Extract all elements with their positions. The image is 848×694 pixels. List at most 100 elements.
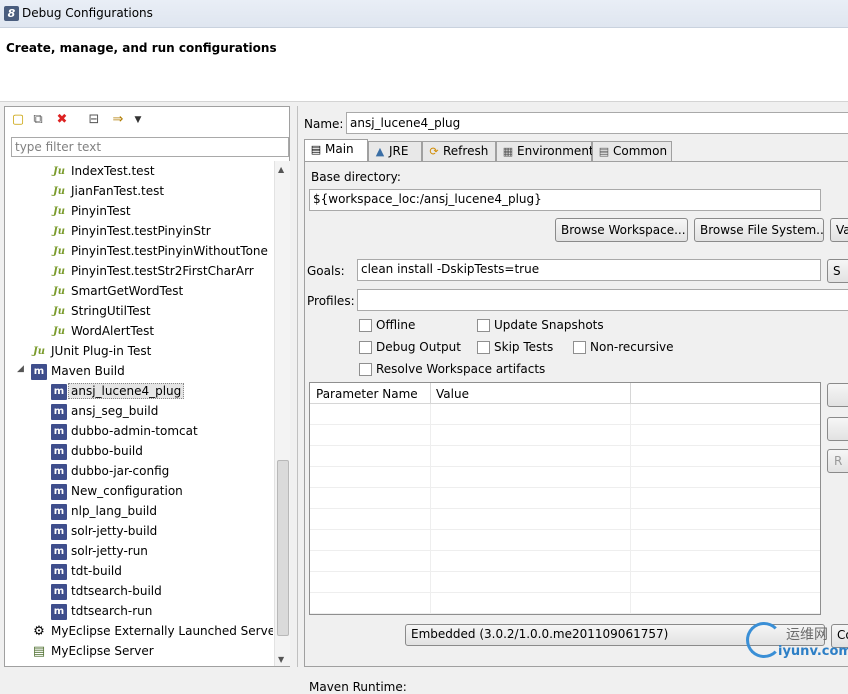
watermark-circle-icon	[746, 622, 782, 658]
tree-item[interactable]: ▤ MyEclipse Server	[5, 641, 273, 661]
column-value[interactable]: Value	[436, 387, 469, 401]
table-row[interactable]	[310, 530, 820, 551]
tree-item[interactable]: m tdt-build	[5, 561, 273, 581]
title-bar: 8 Debug Configurations	[0, 0, 848, 28]
tab-environment[interactable]: ▦ Environment	[496, 141, 594, 161]
environment-icon: ▦	[502, 145, 514, 158]
tree-item-label: StringUtilTest	[71, 304, 151, 318]
tab-common[interactable]: ▤ Common	[592, 141, 672, 161]
tree-item-label: JianFanTest.test	[71, 184, 165, 198]
config-toolbar: ▢ ⧉ ✖ ⊟ ⇒ ▼	[5, 107, 289, 133]
table-row[interactable]	[310, 488, 820, 509]
duplicate-icon[interactable]: ⧉	[29, 111, 47, 129]
tree-item[interactable]: Ju PinyinTest.testStr2FirstCharArr	[5, 261, 273, 281]
watermark-text-domain: iyunv.com	[778, 644, 848, 659]
delete-icon[interactable]: ✖	[53, 111, 71, 129]
table-row[interactable]	[310, 446, 820, 467]
watermark-logo: 运维网 iyunv.com	[742, 620, 848, 667]
tree-item[interactable]: Ju JianFanTest.test	[5, 181, 273, 201]
tab-refresh[interactable]: ⟳ Refresh	[422, 141, 496, 161]
new-config-icon[interactable]: ▢	[9, 111, 27, 129]
profiles-field[interactable]	[357, 289, 848, 311]
configuration-tree: Ju IndexTest.test Ju JianFanTest.test Ju Piny…	[5, 161, 273, 666]
scroll-up-icon[interactable]: ▲	[278, 165, 284, 174]
browse-file-system-button[interactable]: Browse File System...	[694, 218, 824, 242]
table-row[interactable]	[310, 467, 820, 488]
tree-item[interactable]: m dubbo-jar-config	[5, 461, 273, 481]
tree-item[interactable]: ◢ m Maven Build	[5, 361, 273, 381]
variables-button[interactable]: Va	[830, 218, 848, 242]
junit-icon: Ju	[52, 246, 65, 257]
collapse-all-icon[interactable]: ⊟	[85, 111, 103, 129]
tree-item[interactable]: m solr-jetty-run	[5, 541, 273, 561]
maven-icon: m	[51, 484, 67, 500]
tree-item[interactable]: Ju WordAlertTest	[5, 321, 273, 341]
add-parameter-button[interactable]	[827, 383, 848, 407]
tree-item[interactable]: m ansj_lucene4_plug	[5, 381, 273, 401]
tree-item[interactable]: Ju IndexTest.test	[5, 161, 273, 181]
tree-item[interactable]: m solr-jetty-build	[5, 521, 273, 541]
table-row[interactable]	[310, 551, 820, 572]
scrollbar-thumb[interactable]	[277, 460, 289, 636]
tree-item-label: SmartGetWordTest	[71, 284, 184, 298]
table-row[interactable]	[310, 425, 820, 446]
maven-icon: m	[51, 404, 67, 420]
tree-item-label: Maven Build	[51, 364, 125, 378]
tree-item-label: dubbo-jar-config	[71, 464, 170, 478]
tab-jre[interactable]: ▲ JRE	[368, 141, 422, 161]
tree-item[interactable]: m tdtsearch-build	[5, 581, 273, 601]
junit-plugin-icon: Ju	[32, 346, 45, 357]
refresh-icon: ⟳	[429, 145, 439, 158]
dropdown-icon[interactable]: ▼	[129, 111, 147, 129]
goals-select-button[interactable]: S	[827, 259, 848, 283]
edit-parameter-button[interactable]	[827, 417, 848, 441]
common-icon: ▤	[598, 145, 610, 158]
junit-icon: Ju	[52, 306, 65, 317]
tree-item[interactable]: ⚙ MyEclipse Externally Launched Server	[5, 621, 273, 641]
tree-scrollbar[interactable]: ▲ ▼	[274, 161, 290, 666]
tree-item[interactable]: m tdtsearch-run	[5, 601, 273, 621]
junit-icon: Ju	[52, 226, 65, 237]
table-row[interactable]	[310, 404, 820, 425]
expand-collapse-icon[interactable]: ◢	[17, 364, 27, 374]
dialog-subtitle: Create, manage, and run configurations	[6, 41, 277, 55]
table-row[interactable]	[310, 572, 820, 593]
junit-icon: Ju	[52, 206, 65, 217]
filter-input[interactable]	[11, 137, 289, 157]
server-icon: ▤	[32, 644, 46, 659]
tree-item[interactable]: Ju JUnit Plug-in Test	[5, 341, 273, 361]
remove-parameter-button[interactable]: R	[827, 449, 848, 473]
tree-item[interactable]: Ju PinyinTest.testPinyinWithoutTone	[5, 241, 273, 261]
base-directory-label: Base directory:	[311, 170, 401, 184]
tree-item[interactable]: m ansj_seg_build	[5, 401, 273, 421]
configuration-editor-pane: Name: ▤Main ▲JRE ⟳Refresh ▦Environment ▤…	[297, 106, 848, 694]
column-parameter-name[interactable]: Parameter Name	[316, 387, 418, 401]
base-directory-field[interactable]: ${workspace_loc:/ansj_lucene4_plug}	[309, 189, 821, 211]
filter-icon[interactable]: ⇒	[109, 111, 127, 129]
parameter-table[interactable]: Parameter Name Value	[309, 382, 821, 615]
config-name-input[interactable]	[346, 112, 848, 134]
tree-item-label: JUnit Plug-in Test	[51, 344, 152, 358]
browse-workspace-button[interactable]: Browse Workspace...	[555, 218, 688, 242]
tree-item[interactable]: Ju PinyinTest.testPinyinStr	[5, 221, 273, 241]
tree-item[interactable]: Ju SmartGetWordTest	[5, 281, 273, 301]
server-external-icon: ⚙	[33, 624, 45, 639]
tab-main[interactable]: ▤ Main	[304, 139, 368, 161]
scroll-down-icon[interactable]: ▼	[278, 655, 284, 664]
maven-icon: m	[51, 524, 67, 540]
tree-item-label: tdtsearch-run	[71, 604, 153, 618]
tree-item-label: tdtsearch-build	[71, 584, 162, 598]
tree-item[interactable]: Ju StringUtilTest	[5, 301, 273, 321]
tree-item[interactable]: m nlp_lang_build	[5, 501, 273, 521]
tree-item[interactable]: Ju PinyinTest	[5, 201, 273, 221]
main-tab-icon: ▤	[310, 143, 322, 156]
goals-field[interactable]: clean install -DskipTests=true	[357, 259, 821, 281]
tree-item[interactable]: m dubbo-admin-tomcat	[5, 421, 273, 441]
tree-item[interactable]: m dubbo-build	[5, 441, 273, 461]
eclipse-logo-icon: 8	[4, 6, 19, 21]
maven-icon: m	[31, 364, 47, 380]
tree-item[interactable]: m New_configuration	[5, 481, 273, 501]
tree-item-label: PinyinTest.testStr2FirstCharArr	[71, 264, 254, 278]
table-row[interactable]	[310, 593, 820, 614]
table-row[interactable]	[310, 509, 820, 530]
